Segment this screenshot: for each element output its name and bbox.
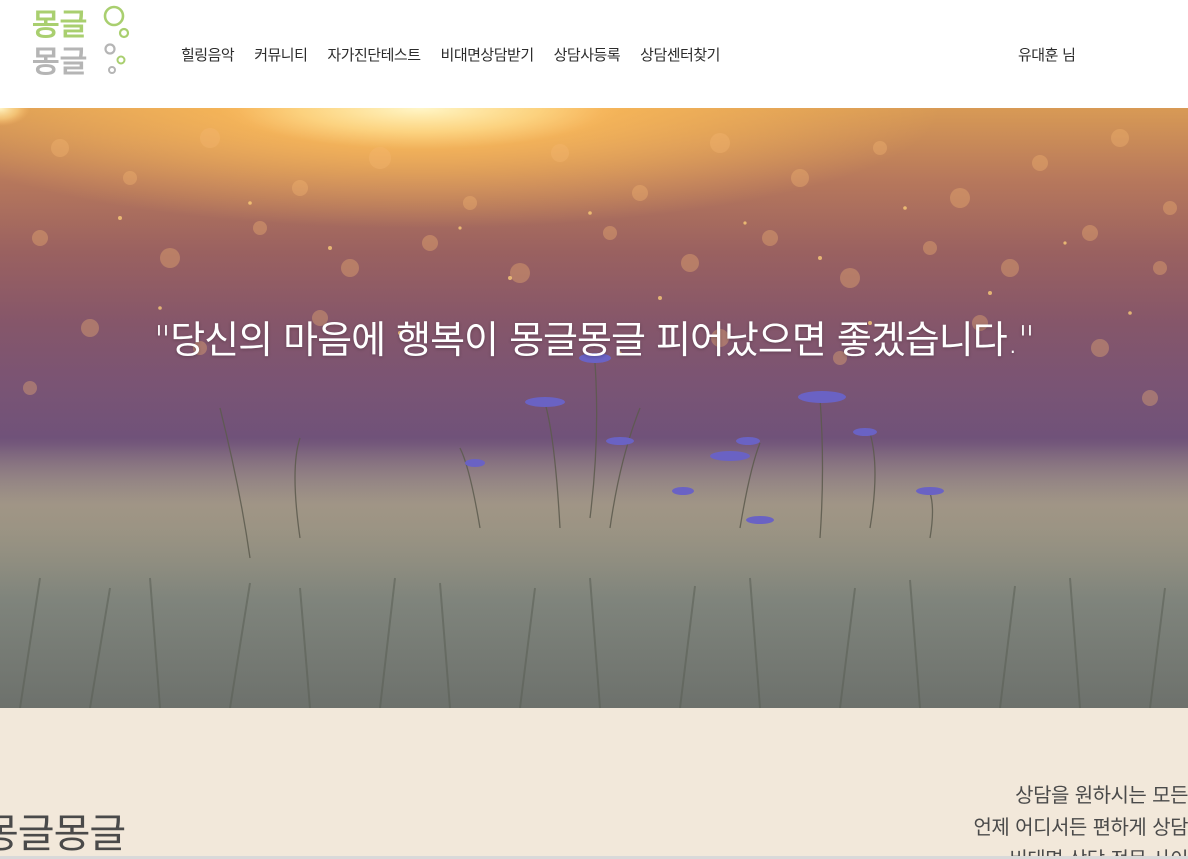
bubble-icon — [103, 5, 125, 27]
site-header: 몽글 몽글 힐링음악 커뮤니티 자가진단테스트 비대면상담받기 상담사등록 상담… — [0, 0, 1188, 108]
nav-item-healing-music[interactable]: 힐링음악 — [181, 44, 235, 66]
user-menu[interactable]: 유대훈 님 — [1018, 44, 1076, 66]
hero-background-image — [0, 108, 1188, 708]
intro-brand-title: 몽글몽글 — [0, 811, 126, 857]
logo-text-line2: 몽글 — [32, 45, 87, 80]
hero-quote: "당신의 마음에 행복이 몽글몽글 피어났으면 좋겠습니다." — [153, 318, 1036, 362]
nav-item-center-finder[interactable]: 상담센터찾기 — [640, 44, 720, 66]
nav-item-community[interactable]: 커뮤니티 — [254, 44, 308, 66]
nav-item-self-test[interactable]: 자가진단테스트 — [327, 44, 421, 66]
nav-item-counselor-register[interactable]: 상담사등록 — [554, 44, 621, 66]
nav-item-online-counseling[interactable]: 비대면상담받기 — [441, 44, 535, 66]
logo[interactable]: 몽글 몽글 — [28, 2, 138, 80]
logo-text-line1: 몽글 — [32, 8, 87, 43]
hero-banner: "당신의 마음에 행복이 몽글몽글 피어났으면 좋겠습니다." — [0, 108, 1188, 708]
intro-line: 상담을 원하시는 모든 — [1015, 783, 1188, 807]
intro-text: 상담을 원하시는 모든 언제 어디서든 편하게 상담 비대면 상담 전문 사이 — [788, 779, 1188, 859]
main-nav: 힐링음악 커뮤니티 자가진단테스트 비대면상담받기 상담사등록 상담센터찾기 — [181, 44, 740, 66]
intro-line: 언제 어디서든 편하게 상담 — [973, 815, 1188, 839]
bubble-icon — [108, 66, 116, 74]
bubble-icon — [116, 55, 126, 65]
logo-mark-icon: 몽글 몽글 — [32, 5, 130, 80]
intro-section: 몽글몽글 상담을 원하시는 모든 언제 어디서든 편하게 상담 비대면 상담 전… — [0, 708, 1188, 859]
bubble-icon — [118, 27, 130, 39]
bubble-icon — [104, 43, 116, 55]
